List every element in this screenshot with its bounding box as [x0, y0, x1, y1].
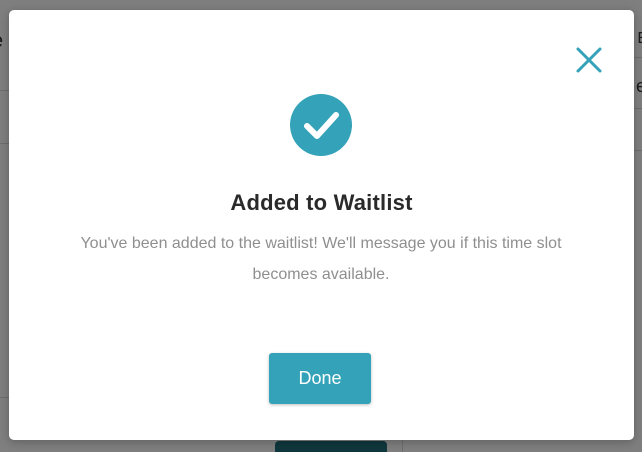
dialog-message: You've been added to the waitlist! We'll… — [80, 235, 562, 283]
checkmark-circle-icon — [290, 94, 352, 156]
close-button[interactable] — [575, 46, 603, 74]
waitlist-confirmation-dialog: Added to Waitlist You've been added to t… — [9, 10, 634, 440]
done-button[interactable]: Done — [269, 353, 371, 404]
close-icon — [576, 47, 602, 73]
dialog-title: Added to Waitlist — [230, 190, 413, 215]
